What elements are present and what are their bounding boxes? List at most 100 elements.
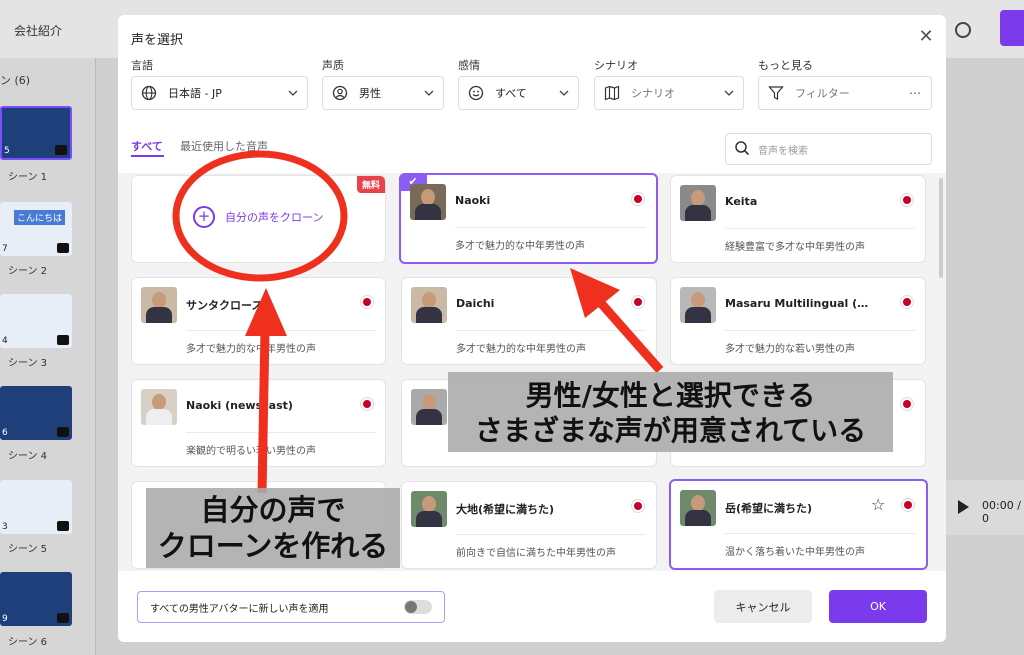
scene-thumbnail[interactable]: 5 <box>0 106 72 160</box>
voice-card-keita[interactable]: Keita 経験豊富で多才な中年男性の声 <box>670 175 926 263</box>
filter-label-voice-type: 声质 <box>322 59 344 72</box>
voice-card-masaru[interactable]: Masaru Multilingual (… 多才で魅力的な若い男性の声 <box>670 277 926 365</box>
clone-voice-card[interactable]: 無料 + 自分の声をクローン <box>131 175 386 263</box>
music-icon <box>57 243 69 253</box>
thumb-text: こんにちは <box>14 210 66 225</box>
japan-flag-icon <box>900 193 914 207</box>
voice-card-santa[interactable]: サンタクロース 多才で魅力的な中年男性の声 <box>131 277 386 365</box>
callout-line: さまざまな声が用意されている <box>474 414 867 447</box>
filter-label-scenario: シナリオ <box>594 59 638 72</box>
favorite-star-icon[interactable]: ☆ <box>871 495 885 514</box>
apply-all-label: すべての男性アバターに新しい声を適用 <box>150 603 329 615</box>
chevron-down-icon <box>723 87 735 99</box>
japan-flag-icon <box>360 295 374 309</box>
search-icon <box>734 140 750 159</box>
voice-card-daichi-hopeful[interactable]: 大地(希望に満ちた) 前向きで自信に満ちた中年男性の声 <box>401 481 657 569</box>
scene-thumbnail[interactable]: 9 <box>0 572 72 626</box>
voice-name: 大地(希望に満ちた) <box>456 503 555 516</box>
scene-thumbnail[interactable]: こんにちは 7 <box>0 202 72 256</box>
voice-description: 楽観的で明るい若い男性の声 <box>186 446 316 457</box>
card-divider <box>456 534 646 535</box>
purple-action-button[interactable] <box>1000 10 1024 46</box>
japan-flag-icon <box>900 295 914 309</box>
toggle-switch[interactable] <box>404 600 432 614</box>
scenario-select[interactable]: シナリオ <box>594 76 744 110</box>
chevron-down-icon <box>287 87 299 99</box>
project-title[interactable]: 会社紹介 <box>14 22 62 39</box>
music-icon <box>57 613 69 623</box>
voice-card-gaku-hopeful[interactable]: 岳(希望に満ちた) ☆ 温かく落ち着いた中年男性の声 <box>669 479 928 570</box>
more-filter-select[interactable]: フィルター ⋯ <box>758 76 932 110</box>
callout-line: 自分の声で <box>200 493 346 527</box>
player-time: 00:00 / 0 <box>982 499 1021 525</box>
grid-scrollbar[interactable] <box>939 178 943 278</box>
filter-label-more: もっと見る <box>758 59 813 72</box>
map-icon <box>603 84 621 102</box>
card-divider <box>186 432 375 433</box>
scene-number: 5 <box>4 146 10 156</box>
voice-type-value: 男性 <box>359 87 381 100</box>
card-divider <box>725 330 915 331</box>
dialog-title: 声を選択 <box>131 33 184 48</box>
play-icon[interactable] <box>958 500 969 514</box>
voice-name: 岳(希望に満ちた) <box>725 502 813 515</box>
filter-label-language: 言語 <box>131 59 153 72</box>
scene-number: 7 <box>2 244 8 254</box>
japan-flag-icon <box>901 498 915 512</box>
voice-name: Naoki <box>455 194 491 207</box>
avatar <box>410 184 446 220</box>
music-icon <box>55 145 67 155</box>
voice-name: Daichi <box>456 297 495 310</box>
clone-voice-label: 自分の声をクローン <box>225 211 324 224</box>
card-divider <box>725 533 916 534</box>
filter-label-emotion: 感情 <box>458 59 480 72</box>
scene-label: シーン 5 <box>8 544 48 555</box>
voice-description: 多才で魅力的な若い男性の声 <box>725 344 855 355</box>
voice-card-naoki[interactable]: ✔ Naoki 多才で魅力的な中年男性の声 <box>399 173 658 264</box>
scene-thumbnail[interactable]: 3 <box>0 480 72 534</box>
japan-flag-icon <box>360 397 374 411</box>
scene-thumbnail[interactable]: 4 <box>0 294 72 348</box>
voice-description: 温かく落ち着いた中年男性の声 <box>725 547 865 558</box>
more-filter-value: フィルター <box>795 87 850 100</box>
scene-thumbnail[interactable]: 6 <box>0 386 72 440</box>
avatar <box>411 491 447 527</box>
cancel-button[interactable]: キャンセル <box>714 590 812 623</box>
callout-line: 男性/女性と選択できる <box>525 379 816 412</box>
tab-all[interactable]: すべて <box>131 138 163 154</box>
card-divider <box>186 330 375 331</box>
scene-label: シーン 6 <box>8 637 48 648</box>
scene-number: 3 <box>2 522 8 532</box>
filter-icon <box>767 84 785 102</box>
language-select[interactable]: 日本語 - JP <box>131 76 308 110</box>
emotion-value: すべて <box>495 87 527 100</box>
active-tab-indicator <box>131 155 164 157</box>
callout-voice-variety: 男性/女性と選択できる さまざまな声が用意されている <box>448 372 893 452</box>
tab-recent[interactable]: 最近使用した音声 <box>180 138 268 154</box>
voice-search-input[interactable]: 音声を検索 <box>725 133 932 165</box>
voice-description: 前向きで自信に満ちた中年男性の声 <box>456 548 616 559</box>
voice-name: サンタクロース <box>186 299 263 312</box>
more-dots-icon: ⋯ <box>909 86 921 100</box>
voice-name: Keita <box>725 195 758 208</box>
scene-label: シーン 1 <box>8 172 48 183</box>
japan-flag-icon <box>631 499 645 513</box>
close-icon[interactable]: ✕ <box>916 27 936 47</box>
japan-flag-icon <box>900 397 914 411</box>
voice-card-daichi[interactable]: Daichi 多才で魅力的な中年男性の声 <box>401 277 657 365</box>
language-value: 日本語 - JP <box>168 87 222 100</box>
japan-flag-icon <box>631 295 645 309</box>
voice-type-select[interactable]: 男性 <box>322 76 444 110</box>
avatar <box>680 185 716 221</box>
music-icon <box>57 335 69 345</box>
person-icon <box>331 84 349 102</box>
apply-all-male-avatars-toggle[interactable]: すべての男性アバターに新しい声を適用 <box>137 591 445 623</box>
plus-icon: + <box>193 206 215 228</box>
music-icon <box>57 427 69 437</box>
ok-button[interactable]: OK <box>829 590 927 623</box>
voice-card-naoki-newscast[interactable]: Naoki (newscast) 楽観的で明るい若い男性の声 <box>131 379 386 467</box>
avatar <box>680 287 716 323</box>
record-icon[interactable] <box>955 22 971 38</box>
emotion-select[interactable]: すべて <box>458 76 579 110</box>
avatar <box>141 389 177 425</box>
